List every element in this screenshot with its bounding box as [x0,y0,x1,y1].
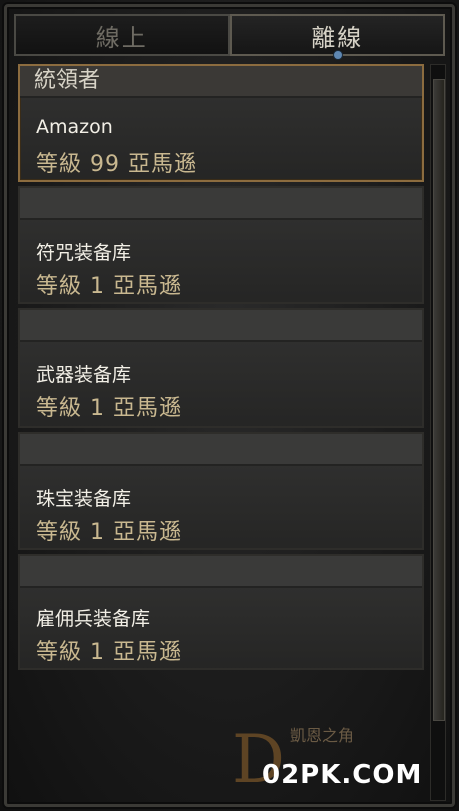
character-level: 等級 1 亞馬遜 [36,520,182,545]
scrollbar[interactable] [430,64,446,801]
card-header-strip [20,434,422,466]
character-level: 等級 1 亞馬遜 [36,396,182,421]
character-name: Amazon [36,116,113,138]
character-name: 珠宝装备库 [36,488,132,510]
character-level: 等級 99 亞馬遜 [36,152,197,177]
character-list: 統領者 Amazon 等級 99 亞馬遜 符咒装备库 等級 1 亞馬遜 武器装备… [18,64,426,671]
card-header-strip [20,188,422,220]
tab-online[interactable]: 線上 [14,14,230,56]
character-name: 符咒装备库 [36,242,132,264]
tab-offline[interactable]: 離線 [229,14,445,60]
watermark-site-text: 02PK.COM [262,760,423,790]
character-card-weapon-stash[interactable]: 武器装备库 等級 1 亞馬遜 [18,308,424,428]
character-card-amazon[interactable]: 統領者 Amazon 等級 99 亞馬遜 [18,64,424,182]
character-card-charm-stash[interactable]: 符咒装备库 等級 1 亞馬遜 [18,186,424,304]
tab-offline-label: 離線 [311,23,364,52]
character-role-label: 統領者 [34,68,101,93]
tab-online-label: 線上 [95,23,148,52]
character-name: 武器装备库 [36,364,132,386]
card-header-strip [20,556,422,588]
tab-bar: 線上 離線 [14,14,445,60]
watermark-small-text: 凱恩之角 [290,726,355,745]
watermark: D 凱恩之角 02PK.COM [232,716,442,804]
scrollbar-thumb[interactable] [433,79,445,721]
card-header-strip [20,310,422,342]
character-card-mercenary-stash[interactable]: 雇佣兵装备库 等級 1 亞馬遜 [18,554,424,670]
character-card-jewel-stash[interactable]: 珠宝装备库 等級 1 亞馬遜 [18,432,424,550]
character-level: 等級 1 亞馬遜 [36,274,182,299]
character-name: 雇佣兵装备库 [36,608,151,630]
character-level: 等級 1 亞馬遜 [36,640,182,665]
